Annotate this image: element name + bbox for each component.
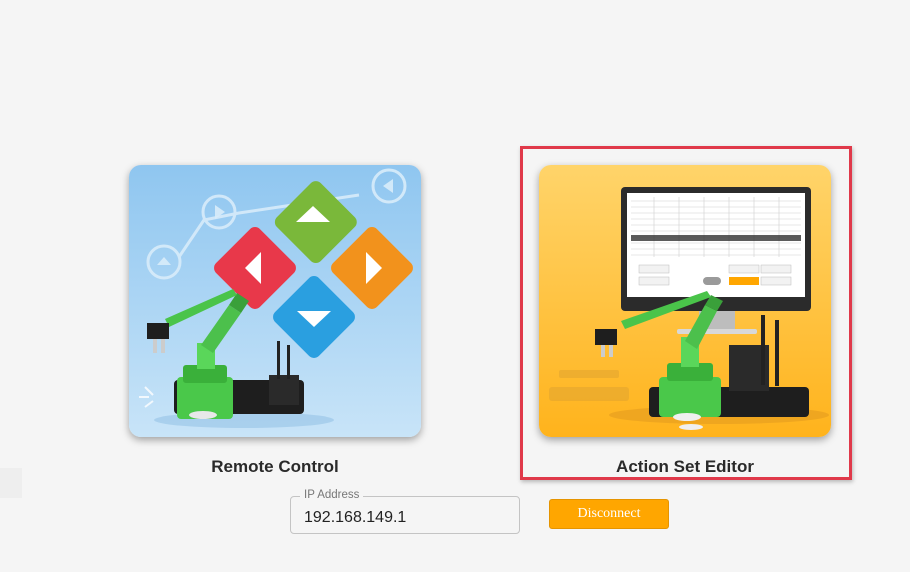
remote-control-illustration bbox=[129, 165, 421, 437]
side-drawer-tab[interactable] bbox=[0, 468, 22, 498]
ip-address-input[interactable] bbox=[291, 497, 519, 533]
ip-address-label: IP Address bbox=[300, 489, 364, 501]
ip-address-field[interactable]: IP Address bbox=[290, 489, 520, 534]
selection-highlight bbox=[520, 146, 852, 480]
remote-control-card[interactable] bbox=[129, 165, 421, 437]
disconnect-button[interactable]: Disconnect bbox=[549, 499, 669, 529]
app-page: Remote Control Action Set Editor 192.168… bbox=[0, 0, 910, 572]
remote-control-label: Remote Control bbox=[211, 457, 339, 476]
